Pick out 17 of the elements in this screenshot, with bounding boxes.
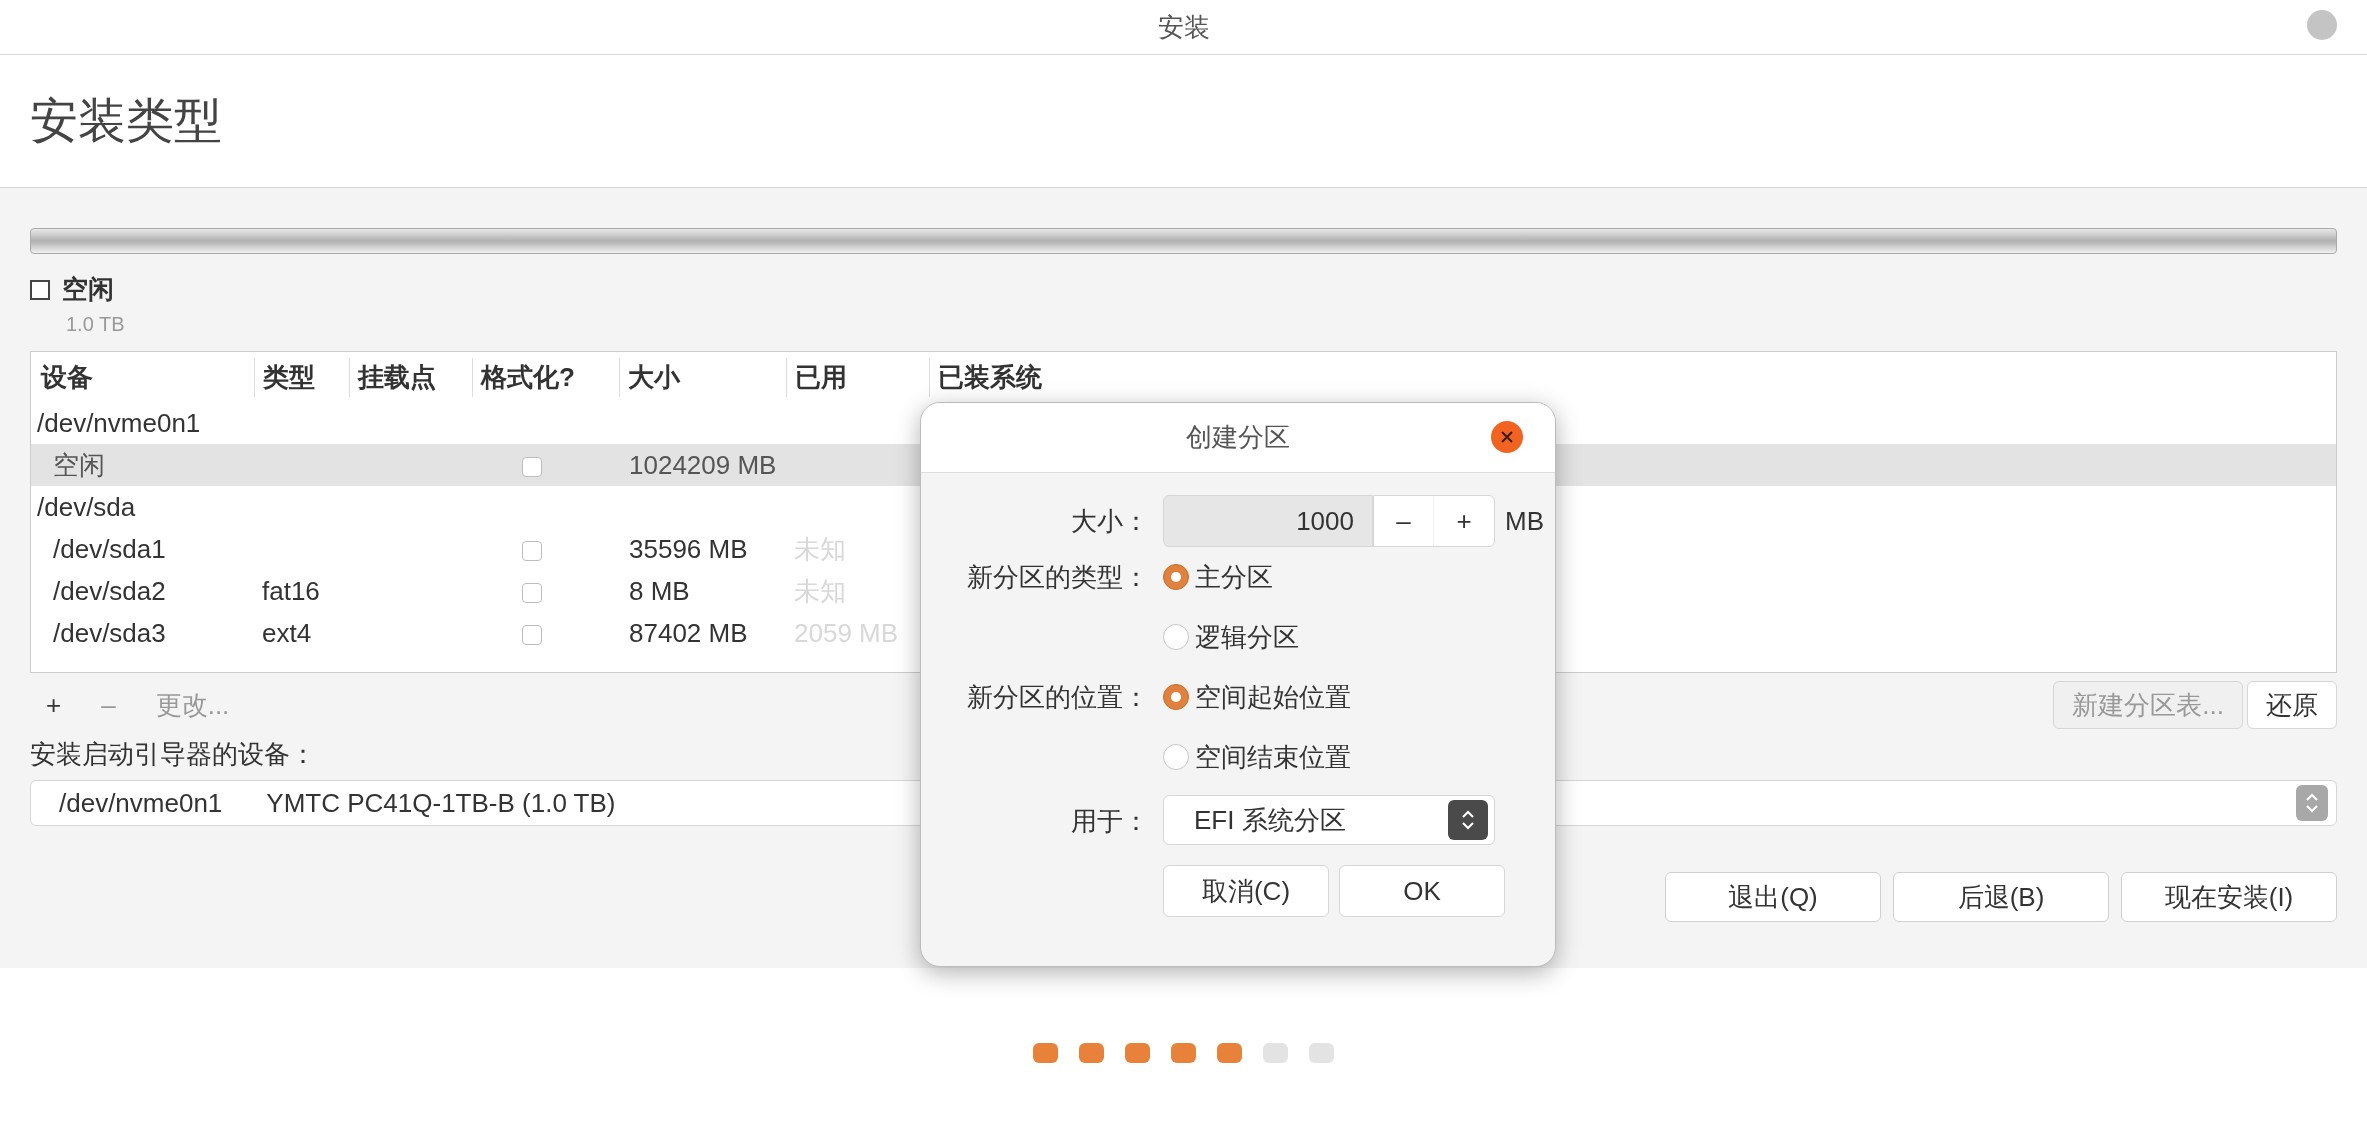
- dialog-title: 创建分区: [1186, 421, 1290, 454]
- table-cell-text: fat16: [261, 574, 321, 608]
- unit-label: MB: [1505, 504, 1544, 538]
- legend-label: 空闲: [62, 273, 114, 306]
- legend-size: 1.0 TB: [66, 312, 126, 337]
- field-label: 用于：: [1070, 804, 1149, 838]
- table-cell-text: 35596 MB: [628, 532, 749, 566]
- field-label: 新分区的类型：: [966, 560, 1149, 594]
- table-cell-text: 8 MB: [628, 574, 691, 608]
- bootloader-label: 安装启动引导器的设备：: [30, 738, 316, 771]
- window-title: 安装: [1157, 10, 1210, 44]
- table-cell-text: 87402 MB: [628, 616, 749, 650]
- table-cell-text: ext4: [261, 616, 313, 650]
- page-title: 安装类型: [30, 93, 222, 149]
- field-label: 大小：: [1070, 504, 1149, 538]
- table-cell-text: 1024209 MB: [628, 448, 778, 482]
- field-label: 新分区的位置：: [966, 680, 1149, 714]
